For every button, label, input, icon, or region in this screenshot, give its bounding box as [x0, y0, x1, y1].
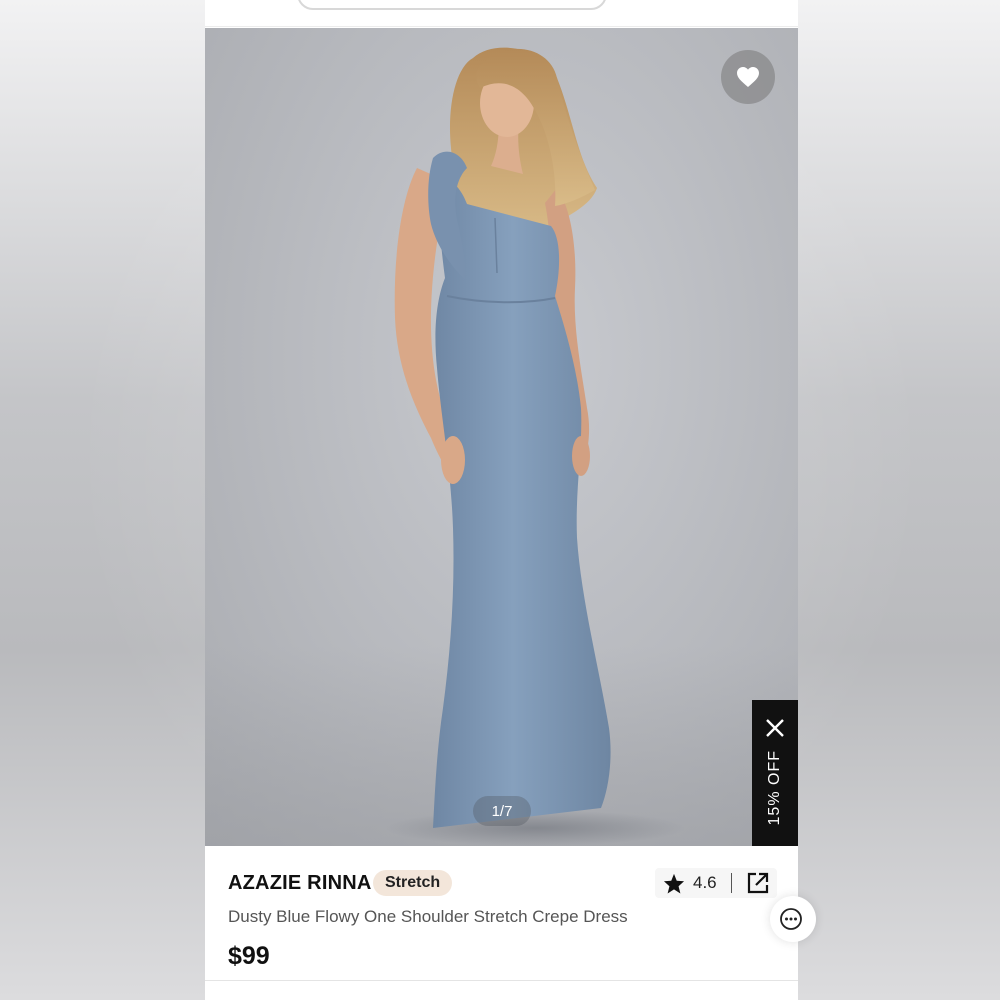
star-icon: [663, 873, 685, 894]
discount-promo-tab[interactable]: 15% OFF: [752, 700, 798, 846]
more-options-button[interactable]: [770, 896, 816, 942]
product-gallery[interactable]: 1/7 15% OFF: [205, 28, 798, 846]
divider: [730, 873, 732, 893]
search-bar[interactable]: [297, 0, 607, 10]
product-title: Dusty Blue Flowy One Shoulder Stretch Cr…: [228, 907, 628, 926]
stretch-badge: Stretch: [373, 870, 453, 896]
top-bar: [205, 0, 798, 27]
favorite-button[interactable]: [721, 50, 775, 104]
product-page: 1/7 15% OFF AZAZIE RINNA Stretch 4.6 Dus…: [205, 0, 798, 1000]
promo-label: 15% OFF: [766, 750, 783, 826]
heart-icon: [737, 67, 759, 87]
product-info: AZAZIE RINNA Stretch 4.6 Dusty Blue Flow…: [205, 846, 798, 1000]
brand-name: AZAZIE RINNA: [228, 872, 372, 894]
divider: [205, 980, 798, 981]
rating-value: 4.6: [693, 873, 717, 892]
product-price: $99: [228, 942, 270, 970]
image-pager: 1/7: [473, 796, 531, 826]
share-icon[interactable]: [746, 871, 770, 895]
product-image: [385, 47, 685, 846]
close-icon[interactable]: [765, 718, 785, 738]
more-icon: [780, 908, 802, 930]
rating-share-box: 4.6: [655, 868, 777, 898]
